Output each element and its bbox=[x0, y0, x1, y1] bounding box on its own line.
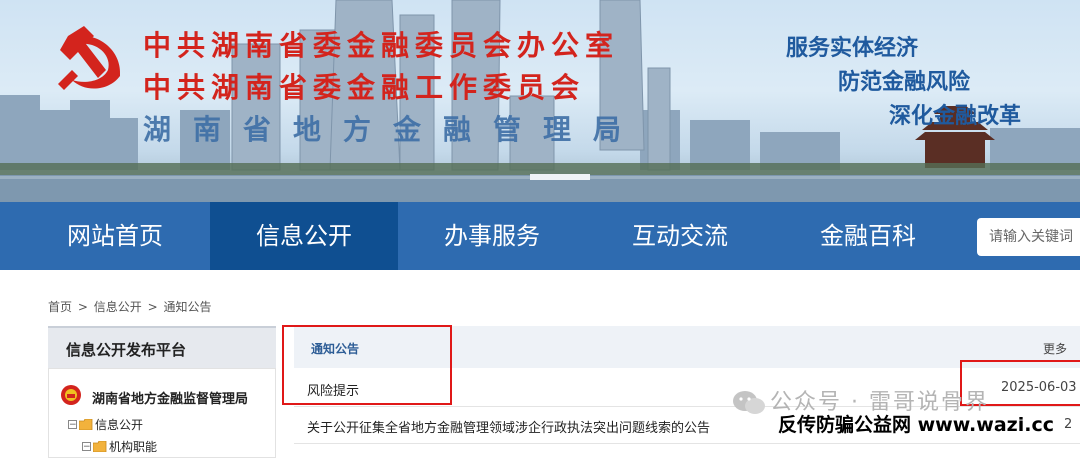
tree-node-org-functions[interactable]: − 机构职能 bbox=[82, 438, 157, 455]
slogan-2: 防范金融风险 bbox=[838, 70, 971, 95]
list-item-title[interactable]: 关于公开征集全省地方金融管理领域涉企行政执法突出问题线索的公告 bbox=[307, 417, 710, 436]
folder-icon bbox=[93, 441, 107, 452]
title-line-2: 中共湖南省委金融工作委员会 bbox=[143, 71, 586, 104]
folder-icon bbox=[79, 419, 93, 430]
sidebar-header: 信息公开发布平台 bbox=[48, 326, 276, 368]
watermark-site-text: 反传防骗公益网 www.wazi.cc bbox=[778, 414, 1054, 436]
nav-item-interaction[interactable]: 互动交流 bbox=[586, 202, 774, 270]
more-link[interactable]: 更多 bbox=[1043, 340, 1067, 357]
title-line-3: 湖南省地方金融管理局 bbox=[143, 113, 644, 146]
national-emblem-icon bbox=[61, 385, 81, 405]
sidebar-title: 信息公开发布平台 bbox=[66, 341, 187, 359]
nav-item-encyclopedia[interactable]: 金融百科 bbox=[774, 202, 962, 270]
collapse-icon[interactable]: − bbox=[68, 420, 77, 430]
party-emblem-icon bbox=[58, 26, 121, 90]
breadcrumb-notices: 通知公告 bbox=[163, 300, 212, 314]
collapse-icon[interactable]: − bbox=[82, 442, 91, 452]
title-line-1: 中共湖南省委金融委员会办公室 bbox=[143, 29, 620, 62]
breadcrumb-separator: > bbox=[77, 300, 88, 314]
row-divider bbox=[294, 443, 1080, 444]
tree-node-label: 机构职能 bbox=[109, 440, 158, 454]
breadcrumb-separator: > bbox=[147, 300, 158, 314]
search-input[interactable]: 请输入关键词 bbox=[977, 218, 1080, 256]
main-nav: 网站首页 信息公开 办事服务 互动交流 金融百科 bbox=[0, 202, 1080, 270]
tree-node-label: 信息公开 bbox=[95, 418, 144, 432]
slogan-1: 服务实体经济 bbox=[786, 36, 919, 61]
breadcrumb-info-disclosure[interactable]: 信息公开 bbox=[94, 300, 142, 314]
breadcrumb: 首页 > 信息公开 > 通知公告 bbox=[48, 298, 213, 315]
highlight-box-notice bbox=[282, 325, 452, 405]
nav-item-services[interactable]: 办事服务 bbox=[398, 202, 586, 270]
slogan-3: 深化金融改革 bbox=[889, 104, 1022, 129]
header-banner: 中共湖南省委金融委员会办公室 中共湖南省委金融工作委员会 湖南省地方金融管理局 … bbox=[0, 0, 1080, 202]
wechat-icon bbox=[733, 391, 765, 414]
sidebar-org-name[interactable]: 湖南省地方金融监督管理局 bbox=[92, 388, 248, 407]
list-item-date: 2 bbox=[1064, 417, 1073, 432]
tree-node-info-disclosure[interactable]: − 信息公开 bbox=[68, 416, 143, 433]
nav-item-info-disclosure[interactable]: 信息公开 bbox=[210, 202, 398, 270]
nav-item-home[interactable]: 网站首页 bbox=[20, 202, 210, 270]
breadcrumb-home[interactable]: 首页 bbox=[48, 300, 72, 314]
